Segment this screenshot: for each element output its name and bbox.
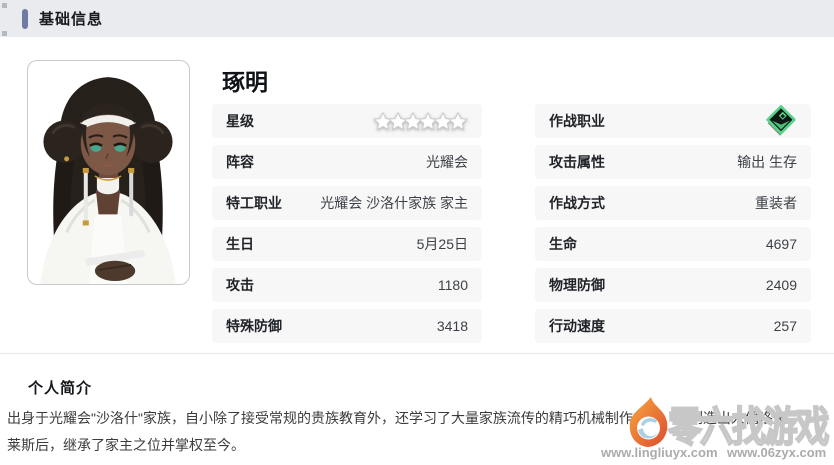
stat-label: 作战方式 (549, 195, 605, 211)
green-diamond-class-icon (766, 104, 796, 136)
stat-label: 星级 (226, 113, 254, 129)
stat-label: 生命 (549, 236, 577, 252)
watermark-url-06zyx: www.06zyx.com (727, 445, 827, 460)
bio-title: 个人简介 (28, 380, 93, 397)
stat-value: 5月25日 (416, 236, 468, 252)
stat-label: 特殊防御 (226, 318, 282, 334)
stat-value: 3418 (436, 318, 468, 334)
stat-row-combat-class: 作战职业 (535, 104, 811, 138)
section-header-bar: 基础信息 (0, 0, 834, 37)
stat-label: 物理防御 (549, 277, 605, 293)
stat-value: 2409 (765, 277, 797, 293)
watermark-url-lingliuyx: www.lingliuyx.com (601, 445, 718, 460)
stat-row-birthday: 生日 5月25日 (212, 227, 482, 261)
stat-row-star-level: 星级 (212, 104, 482, 138)
character-portrait-illustration (40, 77, 176, 284)
stat-value: 257 (773, 318, 797, 334)
stats-column-right: 作战职业 攻击属性 输出 生存 作战方式 重装者 生命 4697 物理防御 24… (535, 104, 811, 350)
edit-handle-bottom (2, 31, 7, 36)
stat-label: 攻击 (226, 277, 254, 293)
section-divider (0, 353, 834, 354)
stat-row-special-defense: 特殊防御 3418 (212, 309, 482, 343)
stats-column-left: 星级 阵容 光耀会 特工职业 光耀会 沙洛什家族 家主 生日 5月25日 攻击 … (212, 104, 482, 350)
stat-value: 光耀会 (426, 154, 468, 170)
edit-handle-top (2, 3, 7, 8)
stat-value: 光耀会 沙洛什家族 家主 (320, 195, 468, 211)
stat-row-faction: 阵容 光耀会 (212, 145, 482, 179)
stat-value: 重装者 (755, 195, 797, 211)
stat-row-hp: 生命 4697 (535, 227, 811, 261)
stat-label: 行动速度 (549, 318, 605, 334)
stat-row-speed: 行动速度 257 (535, 309, 811, 343)
stat-value: 1180 (437, 277, 468, 293)
flame-logo-icon (629, 397, 668, 447)
empty-star-icon (448, 111, 468, 131)
stat-label: 阵容 (226, 154, 254, 170)
stat-value: 4697 (765, 236, 797, 252)
stat-row-attack-attribute: 攻击属性 输出 生存 (535, 145, 811, 179)
stat-row-attack: 攻击 1180 (212, 268, 482, 302)
stat-row-physical-defense: 物理防御 2409 (535, 268, 811, 302)
section-title: 基础信息 (39, 11, 104, 28)
accent-pill (22, 8, 28, 29)
stat-row-combat-style: 作战方式 重装者 (535, 186, 811, 220)
stat-label: 生日 (226, 236, 254, 252)
stat-label: 特工职业 (226, 195, 282, 211)
stat-label: 攻击属性 (549, 154, 605, 170)
character-portrait (27, 60, 190, 285)
star-rating (373, 111, 468, 131)
stat-value: 输出 生存 (737, 154, 797, 170)
stat-row-agent-occupation: 特工职业 光耀会 沙洛什家族 家主 (212, 186, 482, 220)
stat-label: 作战职业 (549, 113, 605, 129)
character-name: 琢明 (222, 69, 268, 95)
